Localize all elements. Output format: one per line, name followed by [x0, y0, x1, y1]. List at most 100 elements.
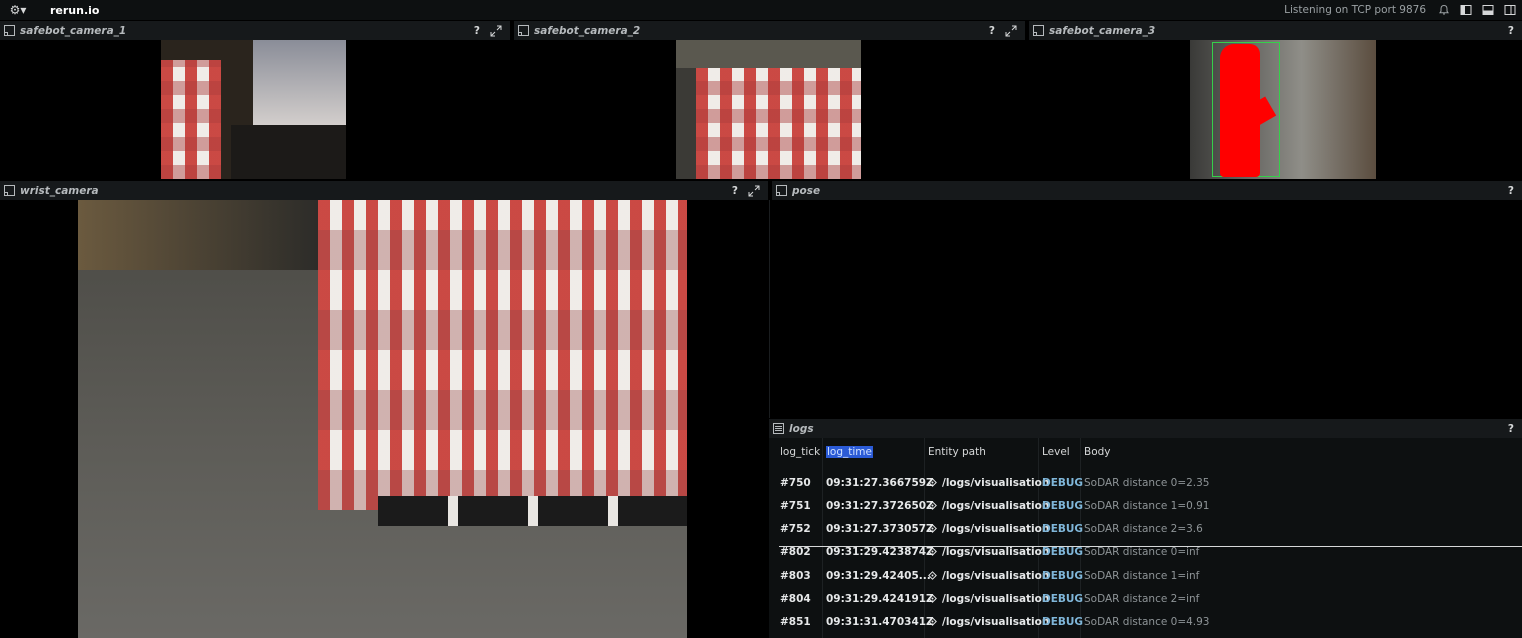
panel-header-safebot-camera-3[interactable]: safebot_camera_3 ?: [1029, 20, 1522, 40]
spatial-view-icon: [4, 185, 15, 196]
panel-title: safebot_camera_3: [1049, 24, 1156, 37]
spatial-view-icon: [4, 25, 15, 36]
bell-icon[interactable]: [1438, 4, 1450, 16]
log-body: SoDAR distance 1=inf: [1084, 570, 1200, 582]
column-header-body[interactable]: Body: [1084, 446, 1111, 458]
panel-header-safebot-camera-2[interactable]: safebot_camera_2 ?: [514, 20, 1025, 40]
spatial-view-icon: [518, 25, 529, 36]
log-row[interactable]: #751 09:31:27.372650Z/logs/visualisation D…: [769, 495, 1522, 518]
panel-title: safebot_camera_1: [20, 24, 127, 37]
top-bar: ⚙▾ rerun.io Listening on TCP port 9876: [0, 0, 1522, 20]
log-tick: #750: [780, 477, 811, 489]
column-header-entity-path[interactable]: Entity path: [928, 446, 986, 458]
maximize-icon[interactable]: [1005, 25, 1017, 37]
column-header-level[interactable]: Level: [1042, 446, 1070, 458]
spatial-view-icon: [776, 185, 787, 196]
panel-title: logs: [789, 422, 814, 435]
camera-image: [676, 40, 861, 179]
log-body: SoDAR distance 2=3.6: [1084, 523, 1203, 535]
log-time: 09:31:31.470341Z: [826, 616, 934, 628]
panel-title: wrist_camera: [20, 184, 99, 197]
right-panel-toggle-icon[interactable]: [1504, 4, 1516, 16]
entity-path: /logs/visualisation: [942, 616, 1050, 628]
log-time: 09:31:27.372650Z: [826, 500, 934, 512]
entity-icon: [928, 594, 937, 603]
entity-path-cell[interactable]: /logs/visualisation: [928, 616, 1049, 628]
entity-path-cell[interactable]: /logs/visualisation: [928, 500, 1049, 512]
log-level: DEBUG: [1042, 616, 1084, 628]
entity-path: /logs/visualisation: [942, 593, 1050, 605]
bottom-panel-toggle-icon[interactable]: [1482, 4, 1494, 16]
entity-path-cell[interactable]: /logs/visualisation: [928, 570, 1049, 582]
entity-path: /logs/visualisation: [942, 500, 1050, 512]
log-level: DEBUG: [1042, 593, 1084, 605]
log-time: 09:31:29.42405...: [826, 570, 931, 582]
log-time: 09:31:27.373057Z: [826, 523, 934, 535]
camera-image: [1190, 40, 1376, 179]
help-button[interactable]: ?: [732, 185, 738, 197]
log-time: 09:31:29.423874Z: [826, 546, 934, 558]
log-body: SoDAR distance 0=4.93: [1084, 616, 1210, 628]
log-row[interactable]: #750 09:31:27.366759Z/logs/visualisation D…: [769, 472, 1522, 495]
log-row[interactable]: #752 09:31:27.373057Z/logs/visualisation D…: [769, 518, 1522, 541]
maximize-icon[interactable]: [748, 185, 760, 197]
entity-path-cell[interactable]: /logs/visualisation: [928, 477, 1049, 489]
entity-path-cell[interactable]: /logs/visualisation: [928, 593, 1049, 605]
log-level: DEBUG: [1042, 477, 1084, 489]
entity-icon: [928, 478, 937, 487]
entity-icon: [928, 571, 937, 580]
log-body: SoDAR distance 1=0.91: [1084, 500, 1210, 512]
log-body: SoDAR distance 0=inf: [1084, 546, 1200, 558]
log-time: 09:31:29.424191Z: [826, 593, 934, 605]
spatial-view-icon: [1033, 25, 1044, 36]
viewport-safebot-camera-3[interactable]: [1029, 40, 1522, 179]
entity-path: /logs/visualisation: [942, 546, 1050, 558]
rerun-logo-icon: ⚙▾: [9, 3, 27, 17]
help-button[interactable]: ?: [1508, 25, 1514, 37]
panel-header-wrist-camera[interactable]: wrist_camera ?: [0, 180, 768, 200]
entity-icon: [928, 617, 937, 626]
column-header-log-tick[interactable]: log_tick: [780, 446, 820, 458]
help-button[interactable]: ?: [989, 25, 995, 37]
panel-header-pose[interactable]: pose ?: [772, 180, 1522, 200]
log-level: DEBUG: [1042, 500, 1084, 512]
viewport-safebot-camera-1[interactable]: [0, 40, 510, 179]
log-row[interactable]: #851 09:31:31.470341Z/logs/visualisation D…: [769, 611, 1522, 634]
left-panel-toggle-icon[interactable]: [1460, 4, 1472, 16]
viewport-wrist-camera[interactable]: [0, 200, 768, 638]
entity-path-cell[interactable]: /logs/visualisation: [928, 546, 1049, 558]
panel-header-safebot-camera-1[interactable]: safebot_camera_1 ?: [0, 20, 510, 40]
log-tick: #851: [780, 616, 811, 628]
entity-icon: [928, 547, 937, 556]
entity-path: /logs/visualisation: [942, 477, 1050, 489]
logs-table-header: log_tick log_time Entity path Level Body: [769, 446, 1522, 464]
log-tick: #804: [780, 593, 811, 605]
log-level: DEBUG: [1042, 570, 1084, 582]
panel-title: pose: [792, 184, 821, 197]
entity-path-cell[interactable]: /logs/visualisation: [928, 523, 1049, 535]
viewport-safebot-camera-2[interactable]: [514, 40, 1025, 179]
log-body: SoDAR distance 2=inf: [1084, 593, 1200, 605]
maximize-icon[interactable]: [490, 25, 502, 37]
log-row[interactable]: #802 09:31:29.423874Z/logs/visualisation D…: [769, 541, 1522, 564]
log-body: SoDAR distance 0=2.35: [1084, 477, 1210, 489]
log-tick: #803: [780, 570, 811, 582]
app-title: rerun.io: [50, 3, 100, 17]
panel-title: safebot_camera_2: [534, 24, 641, 37]
entity-path: /logs/visualisation: [942, 523, 1050, 535]
help-button[interactable]: ?: [474, 25, 480, 37]
log-row[interactable]: #804 09:31:29.424191Z/logs/visualisation D…: [769, 588, 1522, 611]
help-button[interactable]: ?: [1508, 185, 1514, 197]
panel-header-logs[interactable]: logs ?: [769, 418, 1522, 438]
help-button[interactable]: ?: [1508, 423, 1514, 435]
text-log-view-icon: [773, 423, 784, 434]
log-level: DEBUG: [1042, 523, 1084, 535]
logs-table: log_tick log_time Entity path Level Body…: [769, 438, 1522, 638]
connection-status: Listening on TCP port 9876: [1284, 4, 1426, 16]
viewport-pose[interactable]: [769, 200, 1522, 418]
app-menu-button[interactable]: ⚙▾: [0, 0, 36, 20]
camera-image: [78, 200, 687, 638]
camera-image: [161, 40, 346, 179]
log-row[interactable]: #803 09:31:29.42405... /logs/visualisation…: [769, 565, 1522, 588]
column-header-log-time[interactable]: log_time: [826, 446, 873, 458]
